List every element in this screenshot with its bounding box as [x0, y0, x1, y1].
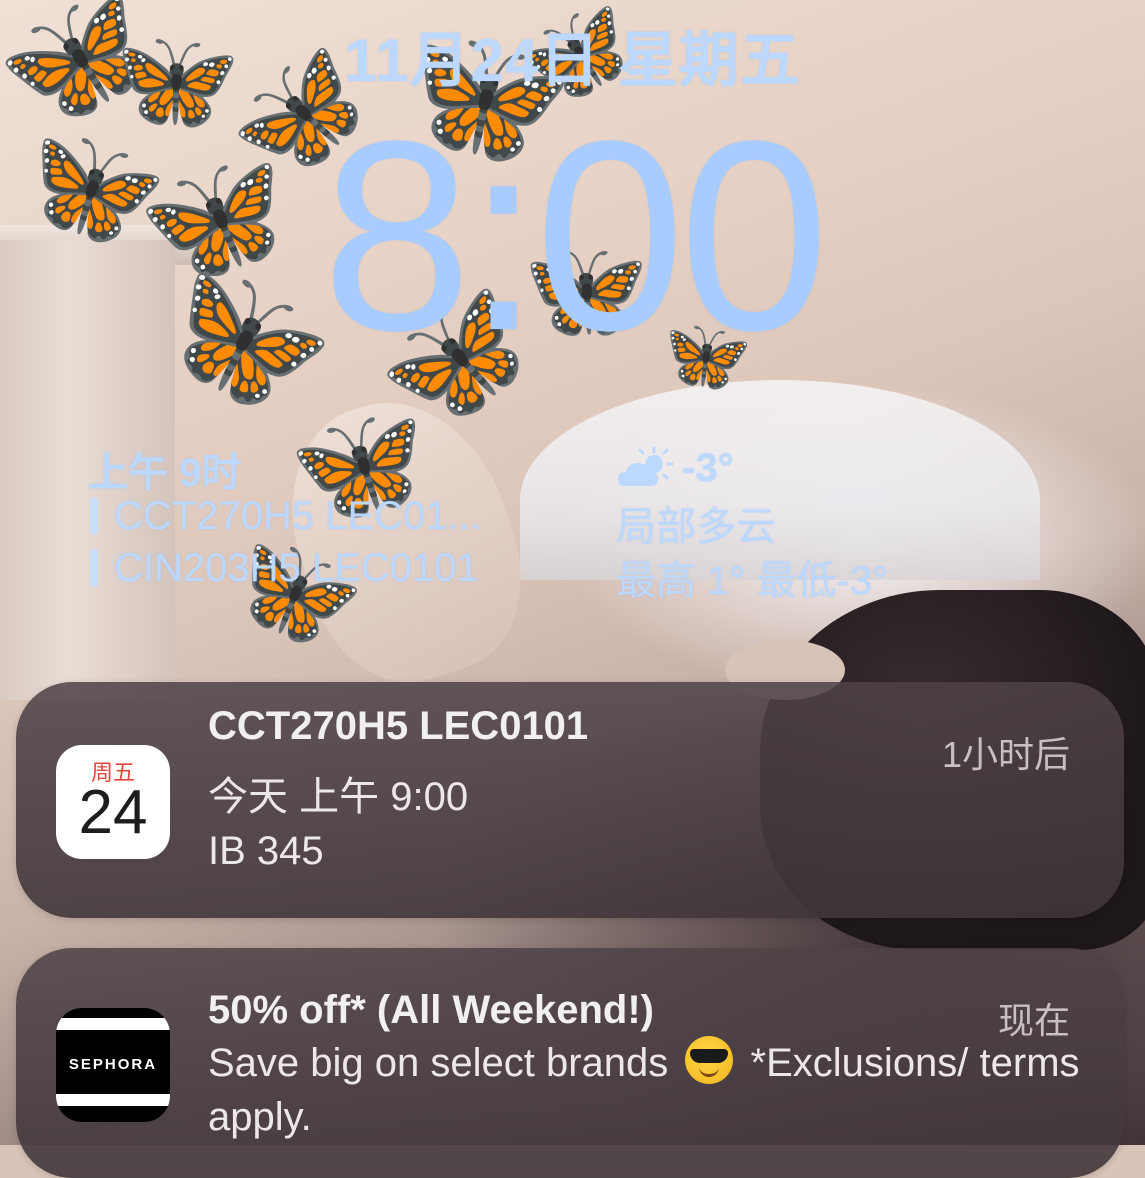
calendar-event-title: CIN203H5 LEC0101	[114, 545, 479, 590]
weather-high-low: 最高 1° 最低-3°	[616, 559, 889, 603]
sephora-icon-text: SEPHORA	[68, 1056, 158, 1073]
notification-body: Save big on select brands *Exclusions/ t…	[208, 1036, 1088, 1144]
weather-widget[interactable]: -3° 局部多云 最高 1° 最低-3°	[616, 442, 976, 604]
sephora-app-icon: SEPHORA	[56, 1008, 170, 1122]
notification-line: 今天 上午 9:00	[208, 775, 469, 819]
notification-title: 50% off* (All Weekend!)	[208, 988, 654, 1032]
notification-body: 今天 上午 9:00 IB 345	[208, 770, 468, 878]
sephora-icon-stripe	[56, 1018, 170, 1030]
calendar-event-row: CIN203H5 LEC0101	[88, 542, 548, 594]
notification-body-text: Save big on select brands	[208, 1041, 669, 1085]
notification-line: IB 345	[208, 829, 324, 873]
event-color-bar	[90, 497, 98, 535]
calendar-event-row: CCT270H5 LEC01...	[88, 490, 548, 542]
event-color-bar	[90, 549, 98, 587]
calendar-widget[interactable]: 上午 9时 CCT270H5 LEC01... CIN203H5 LEC0101	[88, 440, 548, 594]
lock-screen-clock[interactable]: 8:00	[0, 92, 1145, 382]
notification-time: 现在	[997, 1000, 1070, 1041]
calendar-icon-date: 24	[78, 778, 148, 847]
sephora-icon-stripe	[56, 1094, 170, 1106]
weather-current: -3°	[616, 442, 976, 494]
weather-condition: 局部多云	[616, 505, 776, 549]
sephora-notification[interactable]: SEPHORA 50% off* (All Weekend!) Save big…	[16, 948, 1124, 1178]
calendar-event-title: CCT270H5 LEC01...	[114, 493, 481, 538]
calendar-notification[interactable]: 周五 24 CCT270H5 LEC0101 今天 上午 9:00 IB 345…	[16, 682, 1124, 918]
notification-time: 1小时后	[941, 734, 1070, 775]
calendar-app-icon: 周五 24	[56, 745, 170, 859]
notification-title: CCT270H5 LEC0101	[208, 704, 589, 748]
calendar-widget-title: 上午 9时	[88, 451, 242, 495]
partly-cloudy-icon	[618, 446, 674, 486]
weather-temperature: -3°	[682, 445, 734, 490]
sunglasses-emoji-icon	[685, 1036, 734, 1084]
